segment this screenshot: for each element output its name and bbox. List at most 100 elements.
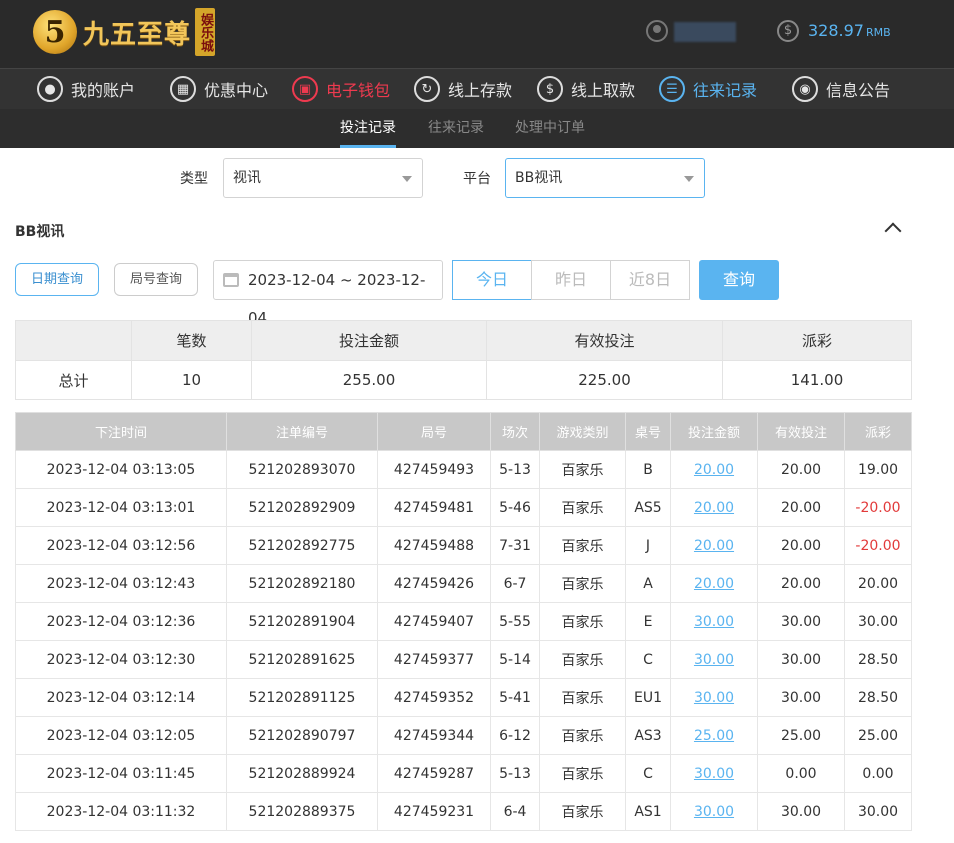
cell-bet-amount[interactable]: 20.00 — [670, 450, 758, 489]
cell-valid-bet: 20.00 — [757, 564, 845, 603]
summary-header — [15, 320, 132, 361]
cell-game-type: 百家乐 — [539, 602, 626, 641]
cell-table-no: AS3 — [625, 716, 671, 755]
tab-pending-orders[interactable]: 处理中订单 — [515, 109, 585, 148]
logo-subtitle: 娱乐城 — [195, 8, 216, 56]
gift-icon: ▦ — [170, 76, 196, 102]
wallet-icon: ▣ — [292, 76, 318, 102]
table-row: 2023-12-04 03:12:56 521202892775 427459488… — [15, 526, 912, 565]
nav-my-account[interactable]: ● 我的账户 — [37, 69, 135, 109]
table-row: 2023-12-04 03:12:14 521202891125 427459352… — [15, 678, 912, 717]
last-8-days-button[interactable]: 近8日 — [610, 260, 690, 300]
cell-bet-amount[interactable]: 25.00 — [670, 716, 758, 755]
cell-table-no: EU1 — [625, 678, 671, 717]
table-row: 2023-12-04 03:13:01 521202892909 427459481… — [15, 488, 912, 527]
nav-label: 线上取款 — [571, 81, 636, 100]
user-icon: ● — [37, 76, 63, 102]
calendar-icon — [223, 273, 239, 287]
cell-valid-bet: 20.00 — [757, 488, 845, 527]
cell-bet-time: 2023-12-04 03:11:32 — [15, 792, 227, 831]
date-range-input[interactable]: 2023-12-04 ~ 2023-12-04 — [213, 260, 443, 327]
nav-label: 我的账户 — [71, 81, 136, 100]
cell-table-no: C — [625, 640, 671, 679]
platform-select[interactable]: BB视讯 — [505, 158, 705, 198]
summary-cell: 141.00 — [722, 360, 912, 400]
cell-bet-amount[interactable]: 30.00 — [670, 754, 758, 793]
column-header-bet-amount: 投注金额 — [670, 412, 758, 451]
table-row: 2023-12-04 03:13:05 521202893070 427459493… — [15, 450, 912, 489]
table-row: 2023-12-04 03:12:30 521202891625 427459377… — [15, 640, 912, 679]
cell-session: 5-46 — [490, 488, 540, 527]
cell-bet-amount[interactable]: 30.00 — [670, 792, 758, 831]
site-logo[interactable]: 5 九五至尊 娱乐城 — [33, 6, 216, 58]
cell-table-no: J — [625, 526, 671, 565]
balance-display: 328.97 RMB — [808, 21, 891, 40]
type-label: 类型 — [180, 171, 208, 187]
query-button[interactable]: 查询 — [699, 260, 779, 300]
table-row: 2023-12-04 03:12:43 521202892180 427459426… — [15, 564, 912, 603]
type-select[interactable]: 视讯 — [223, 158, 423, 198]
records-icon: ☰ — [659, 76, 685, 102]
platform-label: 平台 — [463, 171, 491, 187]
cell-bet-id: 521202891125 — [226, 678, 378, 717]
cell-bet-id: 521202891625 — [226, 640, 378, 679]
date-query-button[interactable]: 日期查询 — [15, 263, 99, 296]
nav-deposit[interactable]: ↻ 线上存款 — [414, 69, 512, 109]
user-icon — [646, 20, 668, 42]
tab-bet-records[interactable]: 投注记录 — [340, 109, 396, 148]
cell-round-id: 427459481 — [377, 488, 491, 527]
nav-records[interactable]: ☰ 往来记录 — [659, 69, 757, 109]
cell-bet-id: 521202889375 — [226, 792, 378, 831]
today-button[interactable]: 今日 — [452, 260, 532, 300]
cell-bet-time: 2023-12-04 03:12:30 — [15, 640, 227, 679]
cell-bet-time: 2023-12-04 03:12:36 — [15, 602, 227, 641]
cell-bet-id: 521202889924 — [226, 754, 378, 793]
section-title: BB视讯 — [15, 224, 65, 240]
tab-transactions[interactable]: 往来记录 — [428, 109, 484, 148]
dollar-icon: $ — [777, 20, 799, 42]
cell-session: 5-13 — [490, 754, 540, 793]
summary-total-row: 总计 10 255.00 225.00 141.00 — [15, 360, 912, 400]
cell-bet-time: 2023-12-04 03:12:14 — [15, 678, 227, 717]
cell-payout: 28.50 — [844, 640, 912, 679]
cell-bet-amount[interactable]: 30.00 — [670, 640, 758, 679]
cell-valid-bet: 30.00 — [757, 792, 845, 831]
nav-withdraw[interactable]: $ 线上取款 — [537, 69, 635, 109]
summary-cell: 总计 — [15, 360, 132, 400]
chevron-down-icon — [402, 176, 412, 182]
cell-table-no: E — [625, 602, 671, 641]
collapse-chevron-icon[interactable] — [884, 222, 902, 240]
cell-valid-bet: 30.00 — [757, 602, 845, 641]
cell-bet-amount[interactable]: 20.00 — [670, 526, 758, 565]
cell-payout: 19.00 — [844, 450, 912, 489]
cell-table-no: AS5 — [625, 488, 671, 527]
cell-bet-time: 2023-12-04 03:12:56 — [15, 526, 227, 565]
cell-payout: 28.50 — [844, 678, 912, 717]
cell-valid-bet: 20.00 — [757, 526, 845, 565]
nav-label: 电子钱包 — [326, 81, 391, 100]
cell-bet-amount[interactable]: 20.00 — [670, 488, 758, 527]
round-query-button[interactable]: 局号查询 — [114, 263, 198, 296]
yesterday-button[interactable]: 昨日 — [531, 260, 611, 300]
cell-bet-id: 521202892180 — [226, 564, 378, 603]
cell-valid-bet: 30.00 — [757, 640, 845, 679]
cell-bet-id: 521202891904 — [226, 602, 378, 641]
summary-cell: 10 — [131, 360, 252, 400]
nav-e-wallet[interactable]: ▣ 电子钱包 — [292, 69, 390, 109]
cell-bet-amount[interactable]: 20.00 — [670, 564, 758, 603]
cell-bet-amount[interactable]: 30.00 — [670, 602, 758, 641]
cell-bet-id: 521202892909 — [226, 488, 378, 527]
summary-header: 投注金额 — [251, 320, 487, 361]
cell-round-id: 427459352 — [377, 678, 491, 717]
nav-promotions[interactable]: ▦ 优惠中心 — [170, 69, 268, 109]
cell-valid-bet: 25.00 — [757, 716, 845, 755]
nav-label: 优惠中心 — [204, 81, 269, 100]
cell-payout: 20.00 — [844, 564, 912, 603]
column-header-round-id: 局号 — [377, 412, 491, 451]
summary-header: 笔数 — [131, 320, 252, 361]
nav-announcements[interactable]: ◉ 信息公告 — [792, 69, 890, 109]
cell-session: 7-31 — [490, 526, 540, 565]
cell-game-type: 百家乐 — [539, 488, 626, 527]
cell-bet-amount[interactable]: 30.00 — [670, 678, 758, 717]
cell-session: 5-55 — [490, 602, 540, 641]
